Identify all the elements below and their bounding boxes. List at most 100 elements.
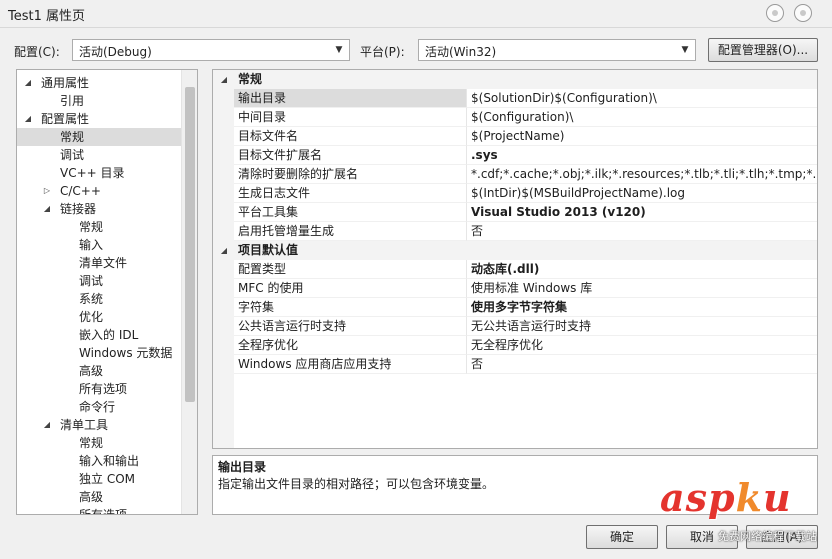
tree-item-label: 系统 bbox=[79, 292, 104, 306]
tree-item[interactable]: 调试 bbox=[17, 146, 182, 164]
tree-item[interactable]: 所有选项 bbox=[17, 380, 182, 398]
grid-row[interactable]: 中间目录 $(Configuration)\ bbox=[234, 108, 817, 127]
grid-row[interactable]: 目标文件扩展名 .sys bbox=[234, 146, 817, 165]
tree-item[interactable]: Windows 元数据 bbox=[17, 344, 182, 362]
window-title: Test1 属性页 bbox=[8, 9, 86, 24]
platform-label: 平台(P): bbox=[360, 45, 405, 59]
collapse-arrow-icon bbox=[61, 308, 71, 326]
grid-row[interactable]: Windows 应用商店应用支持否 bbox=[234, 355, 817, 374]
config-manager-button[interactable]: 配置管理器(O)... bbox=[708, 38, 818, 62]
property-value[interactable]: 否 bbox=[467, 355, 817, 374]
tree-item-label: 所有选项 bbox=[79, 382, 128, 396]
expand-arrow-icon[interactable]: ▷ bbox=[42, 182, 52, 200]
watermark-main: asp bbox=[660, 475, 736, 520]
property-value[interactable]: .sys bbox=[467, 146, 817, 165]
collapse-arrow-icon bbox=[42, 164, 52, 182]
tree-item[interactable]: 输入和输出 bbox=[17, 452, 182, 470]
property-name: 字符集 bbox=[234, 298, 467, 317]
tree-item[interactable]: 高级 bbox=[17, 488, 182, 506]
watermark-text: aspku bbox=[660, 476, 792, 520]
collapse-arrow-icon[interactable]: ◢ bbox=[42, 200, 52, 218]
tree-item[interactable]: 嵌入的 IDL bbox=[17, 326, 182, 344]
grid-row[interactable]: MFC 的使用 使用标准 Windows 库 bbox=[234, 279, 817, 298]
property-value[interactable]: $(IntDir)$(MSBuildProjectName).log bbox=[467, 184, 817, 203]
collapse-arrow-icon[interactable]: ◢ bbox=[23, 74, 33, 92]
tree-item-label: 通用属性 bbox=[41, 76, 90, 90]
collapse-arrow-icon bbox=[42, 128, 52, 146]
collapse-arrow-icon[interactable]: ◢ bbox=[23, 110, 33, 128]
tree-item[interactable]: ◢ 通用属性 bbox=[17, 74, 182, 92]
tree-item[interactable]: 所有选项 bbox=[17, 506, 182, 514]
watermark-tail: u bbox=[762, 475, 792, 520]
tree-item[interactable]: VC++ 目录 bbox=[17, 164, 182, 182]
help-button[interactable] bbox=[766, 4, 784, 22]
tree-item[interactable]: ◢ 清单工具 bbox=[17, 416, 182, 434]
property-value[interactable]: 否 bbox=[467, 222, 817, 241]
tree-item[interactable]: 引用 bbox=[17, 92, 182, 110]
property-value[interactable]: 动态库(.dll) bbox=[467, 260, 817, 279]
property-value[interactable]: 使用多字节字符集 bbox=[467, 298, 817, 317]
tree-item[interactable]: 清单文件 bbox=[17, 254, 182, 272]
chevron-down-icon: ▼ bbox=[681, 45, 689, 55]
tree-item-label: 清单文件 bbox=[79, 256, 128, 270]
property-name: 公共语言运行时支持 bbox=[234, 317, 467, 336]
tree-item[interactable]: 系统 bbox=[17, 290, 182, 308]
collapse-arrow-icon bbox=[61, 434, 71, 452]
tree-item[interactable]: 常规 bbox=[17, 128, 182, 146]
tree-scrollbar-thumb[interactable] bbox=[185, 87, 195, 402]
config-dropdown[interactable]: 活动(Debug) ▼ bbox=[72, 39, 350, 61]
watermark-dot: k bbox=[735, 475, 763, 520]
tree-scrollbar[interactable] bbox=[181, 70, 197, 514]
grid-category[interactable]: ◢ 项目默认值 bbox=[213, 241, 817, 260]
property-name: 全程序优化 bbox=[234, 336, 467, 355]
property-value[interactable]: 无全程序优化 bbox=[467, 336, 817, 355]
grid-row[interactable]: 配置类型 动态库(.dll) bbox=[234, 260, 817, 279]
grid-row[interactable]: 平台工具集 Visual Studio 2013 (v120) bbox=[234, 203, 817, 222]
tree-item[interactable]: 命令行 bbox=[17, 398, 182, 416]
property-value[interactable]: $(ProjectName) bbox=[467, 127, 817, 146]
grid-row[interactable]: 公共语言运行时支持 无公共语言运行时支持 bbox=[234, 317, 817, 336]
tree-item[interactable]: ◢ 配置属性 bbox=[17, 110, 182, 128]
property-value[interactable]: $(Configuration)\ bbox=[467, 108, 817, 127]
grid-row[interactable]: 启用托管增量生成否 bbox=[234, 222, 817, 241]
property-name: 生成日志文件 bbox=[234, 184, 467, 203]
property-name: 目标文件名 bbox=[234, 127, 467, 146]
collapse-arrow-icon bbox=[61, 452, 71, 470]
tree-item[interactable]: 优化 bbox=[17, 308, 182, 326]
collapse-arrow-icon[interactable]: ◢ bbox=[219, 241, 229, 260]
platform-dropdown[interactable]: 活动(Win32) ▼ bbox=[418, 39, 696, 61]
grid-category[interactable]: ◢ 常规 bbox=[213, 70, 817, 89]
property-value[interactable]: 无公共语言运行时支持 bbox=[467, 317, 817, 336]
property-value[interactable]: *.cdf;*.cache;*.obj;*.ilk;*.resources;*.… bbox=[467, 165, 817, 184]
collapse-arrow-icon bbox=[42, 146, 52, 164]
tree-item[interactable]: 常规 bbox=[17, 218, 182, 236]
tree-item[interactable]: 高级 bbox=[17, 362, 182, 380]
grid-category-label: 常规 bbox=[238, 72, 263, 86]
grid-row[interactable]: 清除时要删除的扩展名 *.cdf;*.cache;*.obj;*.ilk;*.re… bbox=[234, 165, 817, 184]
tree-item[interactable]: 常规 bbox=[17, 434, 182, 452]
tree-item[interactable]: 调试 bbox=[17, 272, 182, 290]
grid-row[interactable]: 生成日志文件 $(IntDir)$(MSBuildProjectName).log bbox=[234, 184, 817, 203]
collapse-arrow-icon[interactable]: ◢ bbox=[42, 416, 52, 434]
collapse-arrow-icon bbox=[61, 326, 71, 344]
grid-row[interactable]: 字符集 使用多字节字符集 bbox=[234, 298, 817, 317]
grid-row[interactable]: 输出目录 $(SolutionDir)$(Configuration)\ bbox=[234, 89, 817, 108]
grid-row[interactable]: 全程序优化 无全程序优化 bbox=[234, 336, 817, 355]
collapse-arrow-icon bbox=[61, 506, 71, 514]
close-button[interactable] bbox=[794, 4, 812, 22]
tree-item[interactable]: ◢ 链接器 bbox=[17, 200, 182, 218]
property-value[interactable]: 使用标准 Windows 库 bbox=[467, 279, 817, 298]
tree-item-label: 引用 bbox=[60, 94, 85, 108]
chevron-down-icon: ▼ bbox=[335, 45, 343, 55]
ok-button[interactable]: 确定 bbox=[586, 525, 658, 549]
tree-item[interactable]: 输入 bbox=[17, 236, 182, 254]
grid-row[interactable]: 目标文件名 $(ProjectName) bbox=[234, 127, 817, 146]
tree-item-label: 配置属性 bbox=[41, 112, 90, 126]
property-value[interactable]: $(SolutionDir)$(Configuration)\ bbox=[467, 89, 817, 108]
property-value[interactable]: Visual Studio 2013 (v120) bbox=[467, 203, 817, 222]
collapse-arrow-icon[interactable]: ◢ bbox=[219, 70, 229, 89]
property-name: 配置类型 bbox=[234, 260, 467, 279]
tree-item[interactable]: 独立 COM bbox=[17, 470, 182, 488]
tree-item[interactable]: ▷ C/C++ bbox=[17, 182, 182, 200]
collapse-arrow-icon bbox=[61, 488, 71, 506]
